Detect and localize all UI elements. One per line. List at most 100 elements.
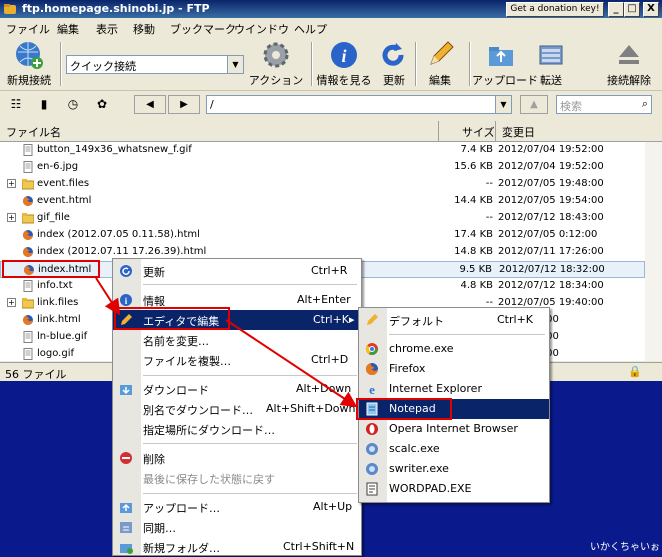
file-icon xyxy=(22,144,34,156)
forward-button[interactable]: ▶ xyxy=(168,95,200,114)
info-button[interactable]: i 情報を見る xyxy=(315,40,373,88)
action-button[interactable]: アクション xyxy=(246,40,306,88)
menu-item-editor-wordpad[interactable]: WORDPAD.EXE xyxy=(359,479,549,499)
file-size: 7.4 KB xyxy=(460,144,494,155)
refresh-icon xyxy=(379,40,409,70)
quick-connect-value: クイック接続 xyxy=(70,60,136,73)
menu-item-label: Firefox xyxy=(389,362,426,375)
table-row[interactable]: event.html 14.4 KB 2012/07/05 19:54:00 xyxy=(0,193,645,210)
quick-connect-select[interactable]: クイック接続 ▼ xyxy=(66,55,244,74)
column-date-header[interactable]: 変更日 xyxy=(502,124,535,140)
refresh-button[interactable]: 更新 xyxy=(378,40,410,88)
file-size: 9.5 KB xyxy=(459,264,493,275)
column-divider xyxy=(438,121,439,141)
donate-button[interactable]: Get a donation key! xyxy=(506,2,604,17)
search-placeholder: 検索 xyxy=(560,100,582,113)
menu-item-editor-ie[interactable]: e Internet Explorer xyxy=(359,379,549,399)
menu-help[interactable]: ヘルプ xyxy=(294,21,327,37)
disconnect-button[interactable]: 接続解除 xyxy=(600,40,658,88)
menu-item-delete[interactable]: 削除 xyxy=(113,448,361,468)
bookmark-icon[interactable]: ▮ xyxy=(34,94,54,114)
new-connection-button[interactable]: 新規接続 xyxy=(3,40,55,88)
table-row[interactable]: en-6.jpg 15.6 KB 2012/07/04 19:52:00 xyxy=(0,159,645,176)
watermark: いかくちゃいぉ xyxy=(590,542,660,553)
menu-item-label: Internet Explorer xyxy=(389,382,482,395)
menu-file[interactable]: ファイル xyxy=(6,21,50,37)
transfer-button[interactable]: 転送 xyxy=(534,40,568,88)
menu-item-editor-opera[interactable]: Opera Internet Browser xyxy=(359,419,549,439)
bonjour-icon[interactable]: ✿ xyxy=(92,94,112,114)
menu-item-shortcut: Alt+Enter xyxy=(297,293,351,306)
menu-item-revert: 最後に保存した状態に戻す xyxy=(113,468,361,488)
opera-icon xyxy=(365,422,379,436)
expand-icon[interactable]: + xyxy=(7,179,16,188)
menu-go[interactable]: 移動 xyxy=(133,21,155,37)
maximize-button[interactable]: □ xyxy=(624,2,640,17)
table-row[interactable]: + gif_file -- 2012/07/12 18:43:00 xyxy=(0,210,645,227)
close-button[interactable]: X xyxy=(643,2,659,17)
table-row[interactable]: + event.files -- 2012/07/05 19:48:00 xyxy=(0,176,645,193)
menu-item-rename[interactable]: 名前を変更… xyxy=(113,330,361,350)
menu-item-editor-chrome[interactable]: chrome.exe xyxy=(359,339,549,359)
path-select[interactable]: / ▼ xyxy=(206,95,512,114)
expand-icon[interactable]: + xyxy=(7,298,16,307)
menu-divider xyxy=(143,375,357,376)
menu-item-label: Opera Internet Browser xyxy=(389,422,518,435)
menu-item-sync[interactable]: 同期… xyxy=(113,517,361,537)
menu-item-duplicate[interactable]: ファイルを複製… Ctrl+D xyxy=(113,350,361,370)
path-value: / xyxy=(210,98,214,111)
pencil-icon xyxy=(365,313,379,327)
vertical-scrollbar[interactable] xyxy=(645,142,662,361)
menu-item-editor-swriter[interactable]: swriter.exe xyxy=(359,459,549,479)
edit-button[interactable]: 編集 xyxy=(418,40,462,88)
parent-dir-button[interactable]: ▲ xyxy=(520,95,548,114)
menu-bookmarks[interactable]: ブックマーク xyxy=(170,21,236,37)
expand-icon[interactable]: + xyxy=(7,213,16,222)
table-row[interactable]: index (2012.07.05 0.11.58).html 17.4 KB 20… xyxy=(0,227,645,244)
menu-edit[interactable]: 編集 xyxy=(57,21,79,37)
menu-item-upload[interactable]: アップロード… Alt+Up xyxy=(113,497,361,517)
back-button[interactable]: ◀ xyxy=(134,95,166,114)
menu-item-label: scalc.exe xyxy=(389,442,440,455)
file-date: 2012/07/12 18:32:00 xyxy=(499,264,605,275)
menu-view[interactable]: 表示 xyxy=(96,21,118,37)
menu-item-download-as[interactable]: 別名でダウンロード… Alt+Shift+Down xyxy=(113,399,361,419)
menu-item-default-editor[interactable]: デフォルト Ctrl+K xyxy=(359,310,549,330)
file-name: logo.gif xyxy=(37,348,75,359)
minimize-button[interactable]: _ xyxy=(608,2,624,17)
column-name-header[interactable]: ファイル名 xyxy=(6,124,61,140)
chevron-down-icon[interactable]: ▼ xyxy=(227,56,243,73)
menu-item-label: chrome.exe xyxy=(389,342,454,355)
sync-icon xyxy=(119,520,133,534)
table-row[interactable]: button_149x36_whatsnew_f.gif 7.4 KB 2012/0… xyxy=(0,142,645,159)
annotation-box-notepad xyxy=(356,398,452,420)
column-size-header[interactable]: サイズ xyxy=(462,124,495,140)
upload-button[interactable]: アップロード xyxy=(472,40,538,88)
transfer-icon xyxy=(536,40,566,70)
search-input[interactable]: 検索 ⌕ xyxy=(556,95,652,114)
menu-item-download[interactable]: ダウンロード Alt+Down xyxy=(113,379,361,399)
file-name: index (2012.07.05 0.11.58).html xyxy=(37,229,200,240)
outline-view-icon[interactable]: ☷ xyxy=(6,94,26,114)
file-icon xyxy=(22,331,34,343)
globe-icon xyxy=(14,40,44,70)
file-size: -- xyxy=(485,178,493,189)
edit-label: 編集 xyxy=(429,74,451,87)
file-size: 14.8 KB xyxy=(454,246,493,257)
file-date: 2012/07/04 19:52:00 xyxy=(498,144,604,155)
chevron-down-icon[interactable]: ▼ xyxy=(495,96,511,113)
file-icon xyxy=(22,348,34,360)
folder-icon xyxy=(21,178,35,190)
menu-item-new-folder[interactable]: 新規フォルダ… Ctrl+Shift+N xyxy=(113,537,361,557)
history-icon[interactable]: ◷ xyxy=(63,94,83,114)
menu-item-download-to[interactable]: 指定場所にダウンロード… xyxy=(113,419,361,439)
menu-item-shortcut: Alt+Up xyxy=(313,500,353,513)
menu-item-editor-firefox[interactable]: Firefox xyxy=(359,359,549,379)
transfer-label: 転送 xyxy=(540,74,562,87)
window-title: ftp.homepage.shinobi.jp - FTP xyxy=(22,2,210,15)
menu-item-editor-scalc[interactable]: scalc.exe xyxy=(359,439,549,459)
submenu-arrow-icon: ▸ xyxy=(349,313,355,326)
nav-bar: ☷ ▮ ◷ ✿ ◀ ▶ / ▼ ▲ 検索 ⌕ xyxy=(0,92,662,118)
menu-item-refresh[interactable]: 更新 Ctrl+R xyxy=(113,261,361,281)
menu-window[interactable]: ウインドウ xyxy=(234,21,289,37)
